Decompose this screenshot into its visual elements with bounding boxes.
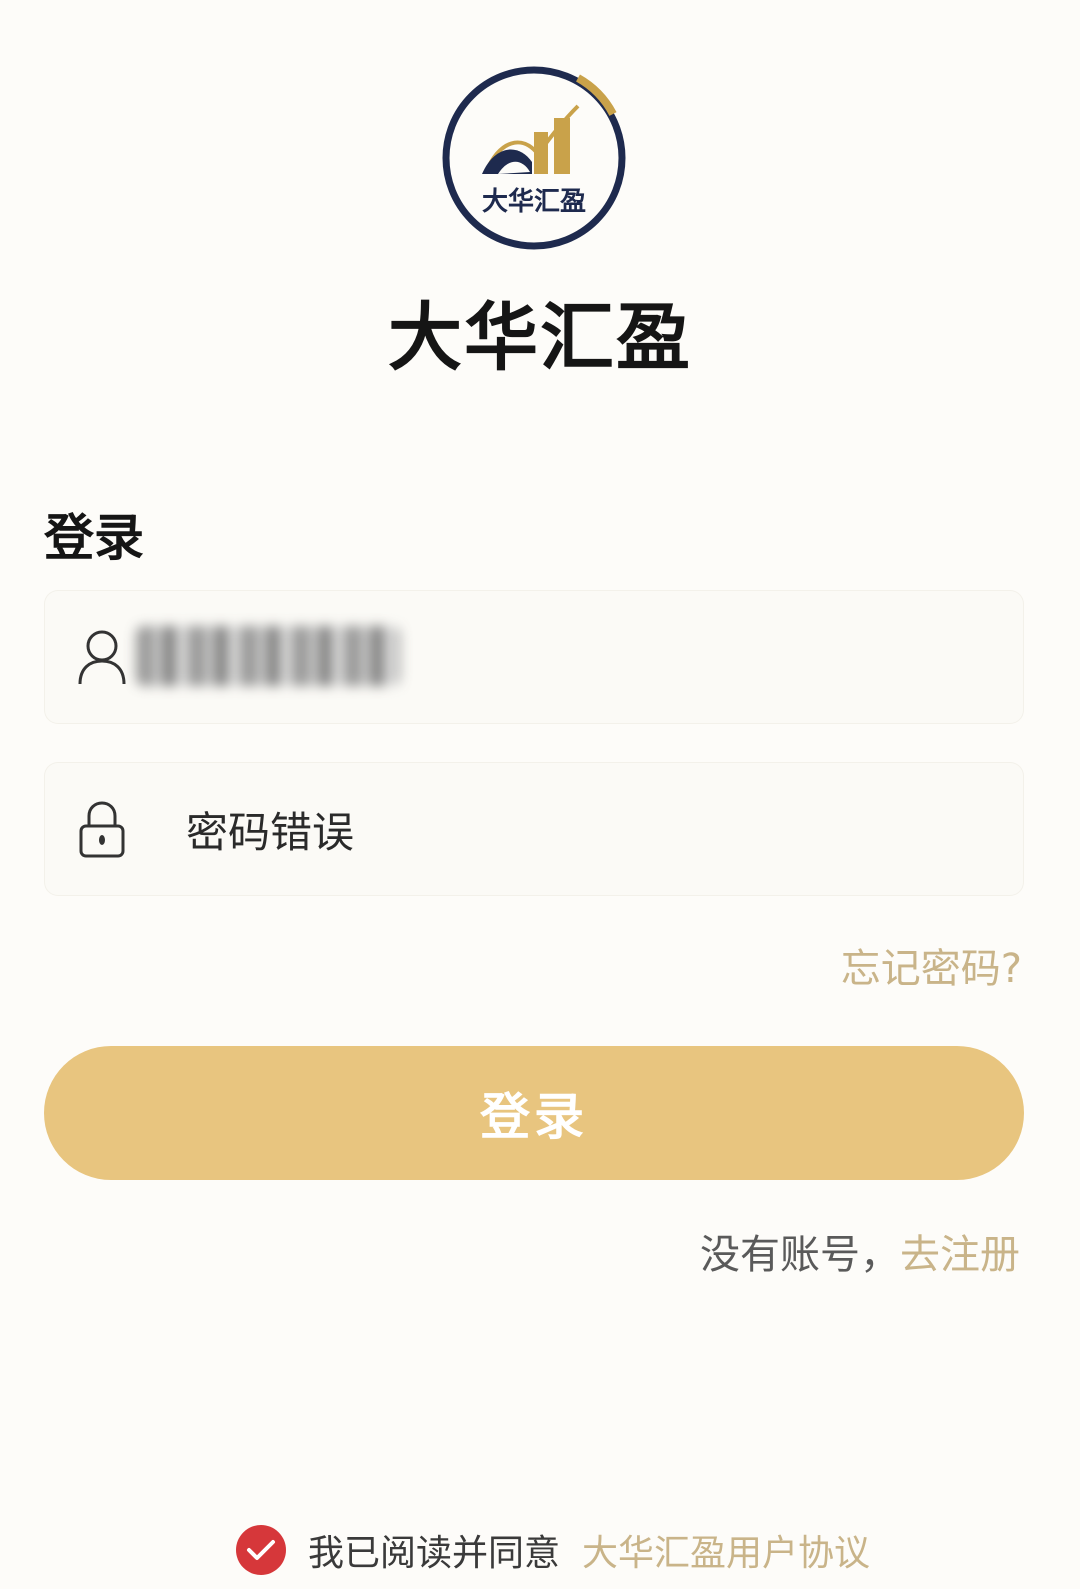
password-input[interactable] xyxy=(186,796,966,862)
agreement-prefix: 我已阅读并同意 xyxy=(308,1533,561,1574)
logo-emblem-icon: 大华汇盈 xyxy=(442,66,626,250)
login-title: 登录 xyxy=(44,509,144,567)
user-agreement-link[interactable]: 大华汇盈用户协议 xyxy=(582,1524,870,1576)
redacted-username xyxy=(136,626,400,686)
agreement-checkbox[interactable] xyxy=(236,1525,286,1575)
check-icon xyxy=(247,1540,275,1560)
no-account-text: 没有账号， xyxy=(700,1232,900,1278)
password-field[interactable] xyxy=(44,762,1024,896)
svg-text:大华汇盈: 大华汇盈 xyxy=(482,186,586,217)
register-link[interactable]: 去注册 xyxy=(900,1232,1020,1278)
user-icon xyxy=(74,628,130,686)
app-name: 大华汇盈 xyxy=(388,295,692,381)
login-button[interactable]: 登录 xyxy=(44,1046,1024,1180)
forgot-password-link[interactable]: 忘记密码? xyxy=(841,936,1022,994)
agreement-row: 我已阅读并同意 大华汇盈用户协议 xyxy=(236,1520,870,1580)
lock-icon xyxy=(74,800,130,858)
app-logo: 大华汇盈 xyxy=(438,62,630,254)
register-prompt: 没有账号，去注册 xyxy=(700,1222,1020,1280)
